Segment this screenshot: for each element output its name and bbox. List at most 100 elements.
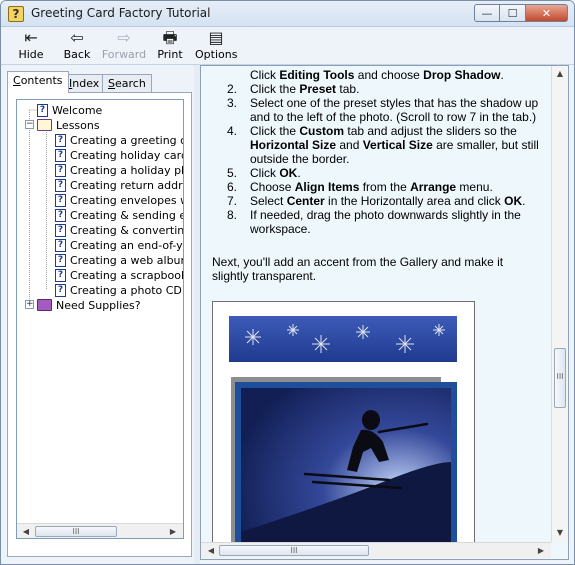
scroll-left-arrow-icon[interactable]: ◀ [20,526,32,537]
contents-tree[interactable]: ? Welcome − Lessons ? Creating a greeting … [16,99,184,539]
tree-item-lesson-4[interactable]: ? Creating return address la [55,178,183,193]
hide-button[interactable]: ⇤ Hide [13,29,49,63]
step-emphasis: Center [286,194,325,208]
scroll-right-arrow-icon[interactable]: ▶ [535,545,547,556]
help-topic-icon: ? [55,134,66,147]
content-hscroll-thumb[interactable]: III [219,545,369,556]
accesskey-underline: I [69,77,73,90]
step-emphasis: Horizontal Size [250,138,337,152]
tree-item-lesson-9[interactable]: ? Creating a web album (D [55,253,183,268]
help-topic-icon: ? [55,239,66,252]
content-vertical-scrollbar[interactable]: ▲ III ▼ [551,66,568,542]
tree-item-label: Creating an end-of-year c [70,239,183,252]
step-text: Click the Custom tab and adjust the slid… [250,124,550,166]
tree-item-lesson-7[interactable]: ? Creating & converting a p [55,223,183,238]
step-emphasis: OK [504,194,523,208]
step-run: . [500,68,504,82]
maximize-button[interactable]: ☐ [500,4,526,22]
step-run: . [297,166,301,180]
tree-item-label: Lessons [56,119,100,132]
step-number: 3. [226,96,237,110]
tab-contents-label: Contents [13,74,63,87]
tree-item-label: Need Supplies? [56,299,141,312]
tree-item-label: Creating a web album (D [70,254,183,267]
content-horizontal-scrollbar[interactable]: ◀ III ▶ [201,542,551,558]
help-question-icon: ? [8,6,24,22]
close-button[interactable]: ✕ [526,4,568,22]
tree-item-lesson-3[interactable]: ? Creating a holiday photo [55,163,183,178]
hide-pane-icon: ⇤ [24,28,38,47]
window-title: Greeting Card Factory Tutorial [31,6,211,20]
step-text: If needed, drag the photo downwards slig… [250,208,550,236]
accesskey-underline: C [13,74,21,87]
tab-contents[interactable]: Contents [7,71,69,93]
tree-item-lesson-8[interactable]: ? Creating an end-of-year c [55,238,183,253]
minimize-button[interactable]: — [474,4,500,22]
help-topic-icon: ? [55,194,66,207]
help-window: ? Greeting Card Factory Tutorial — ☐ ✕ ⇤… [0,0,575,565]
tree-horizontal-scrollbar[interactable]: ◀ III ▶ [17,523,183,538]
tree-item-lessons[interactable]: Lessons [37,118,100,133]
step-run: Select one of the preset styles that has… [250,96,539,124]
example-card-image [212,301,475,542]
help-topic-icon: ? [55,179,66,192]
tree-item-welcome[interactable]: ? Welcome [37,103,102,118]
tree-item-need-supplies[interactable]: Need Supplies? [37,298,141,313]
scroll-up-arrow-icon[interactable]: ▲ [555,69,565,79]
tree-item-lesson-10[interactable]: ? Creating a scrapbook ca [55,268,183,283]
content-scroll-thumb[interactable]: III [554,348,566,408]
step-number: 7. [226,194,237,208]
tab-index[interactable]: Index [63,74,106,93]
back-button[interactable]: ⇦ Back [59,29,95,63]
print-button[interactable]: 🖶 Print [153,29,187,63]
help-topic-icon: ? [55,164,66,177]
options-icon: ▤ [208,28,224,47]
open-book-icon [37,119,52,131]
minimize-icon: — [481,6,493,20]
title-bar[interactable]: ? Greeting Card Factory Tutorial — ☐ ✕ [1,1,574,27]
tree-scroll-thumb[interactable]: III [35,526,117,537]
step-run: Click [250,68,280,82]
step-run: . [522,194,526,208]
tree-item-lesson-6[interactable]: ? Creating & sending electr [55,208,183,223]
step-run: and choose [354,68,424,82]
skier-card-illustration [229,316,457,542]
tree-item-lesson-5[interactable]: ? Creating envelopes with [55,193,183,208]
step-run: tab. [336,82,360,96]
step-emphasis: Arrange [410,180,457,194]
step-emphasis: Vertical Size [362,138,433,152]
step-number: 2. [226,82,237,96]
tree-item-label: Welcome [52,104,103,117]
scroll-right-arrow-icon[interactable]: ▶ [167,526,179,537]
tree-item-label: Creating & sending electr [70,209,183,222]
tree-item-lesson-2[interactable]: ? Creating holiday cards fro [55,148,183,163]
step-emphasis: OK [279,166,298,180]
closed-book-icon [37,299,52,311]
scroll-left-arrow-icon[interactable]: ◀ [205,545,217,556]
options-label: Options [195,48,238,61]
help-topic-icon: ? [55,149,66,162]
scroll-down-arrow-icon[interactable]: ▼ [555,528,565,538]
tree-item-label: Creating holiday cards fro [70,149,183,162]
tree-item-label: Creating envelopes with [70,194,183,207]
expand-need-supplies-expander[interactable]: + [25,300,34,309]
help-topic-icon: ? [55,209,66,222]
help-topic-icon: ? [37,104,48,117]
step-emphasis: Drop Shadow [423,68,501,82]
forward-button[interactable]: ⇨ Forward [101,29,147,63]
topic-content-pane: Click Editing Tools and choose Drop Shad… [200,65,569,560]
options-button[interactable]: ▤ Options [195,29,237,63]
help-topic-icon: ? [55,284,66,297]
step-text: Choose Align Items from the Arrange menu… [250,180,550,194]
back-arrow-icon: ⇦ [70,28,84,47]
step-emphasis: Align Items [294,180,360,194]
tree-item-lesson-1[interactable]: ? Creating a greeting card [55,133,183,148]
step-run: Click the [250,82,300,96]
collapse-lessons-expander[interactable]: − [25,120,34,129]
nav-tabs: Contents Index Search [7,71,192,93]
window-controls: — ☐ ✕ [474,4,568,22]
tab-search[interactable]: Search [102,74,152,93]
tree-item-lesson-11[interactable]: ? Creating a photo CD and [55,283,183,298]
forward-label: Forward [101,48,147,61]
step-run: tab and adjust the sliders so the [344,124,517,138]
